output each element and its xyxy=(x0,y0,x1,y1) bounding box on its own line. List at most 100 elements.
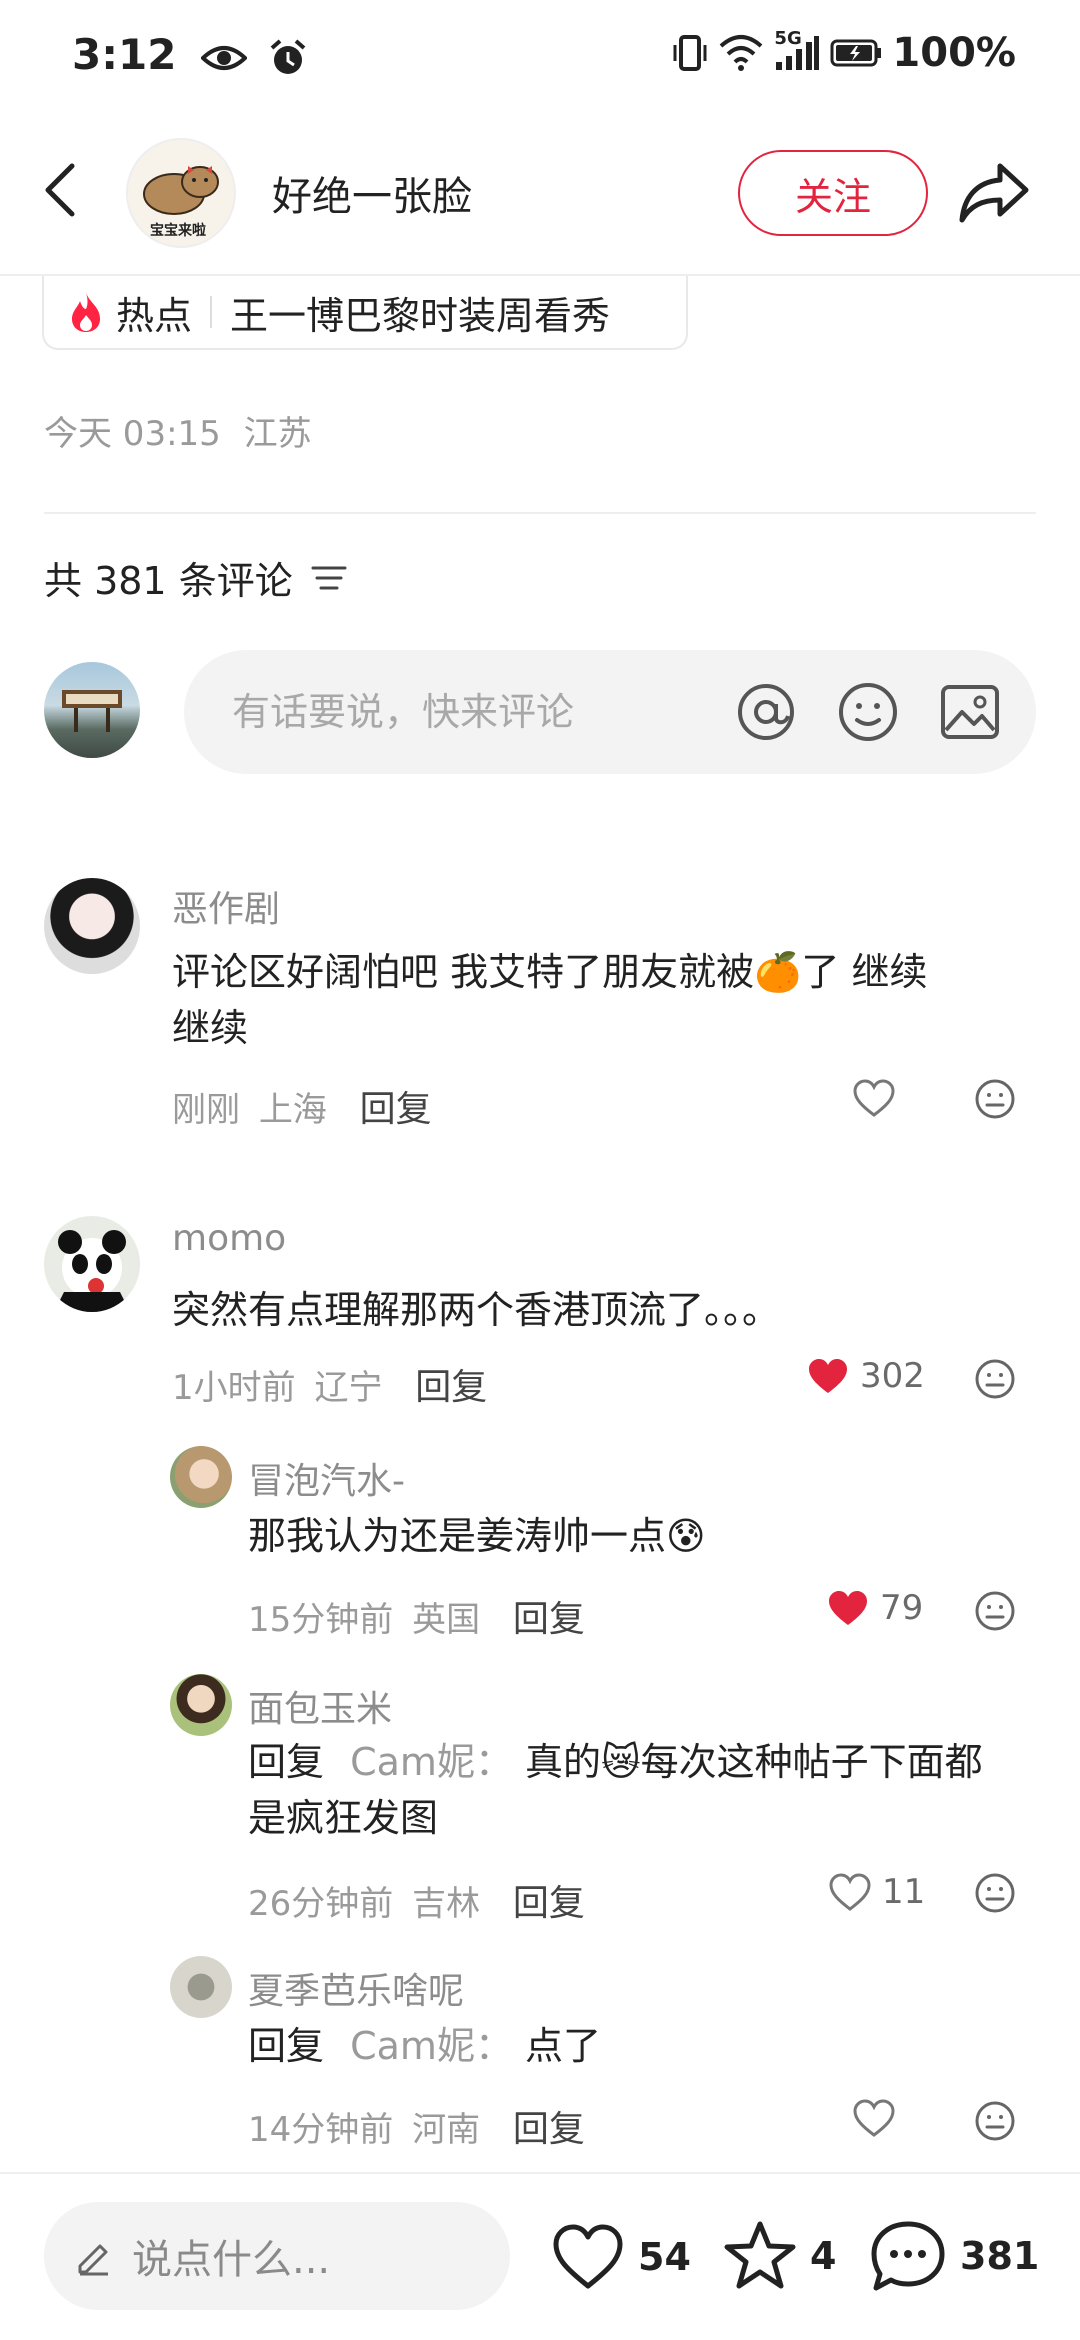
tag-separator xyxy=(210,296,213,328)
reply-text-line: 回复 Cam妮： 真的😿每次这种帖子下面都 xyxy=(248,1734,1038,1790)
like-post-button[interactable]: 54 xyxy=(550,2222,691,2292)
post-meta: 今天 03:15 江苏 xyxy=(44,406,312,455)
reply-location: 河南 xyxy=(412,2110,481,2150)
status-time: 3:12 xyxy=(72,30,308,79)
bottom-divider xyxy=(0,2172,1080,2174)
clock-text: 3:12 xyxy=(72,30,177,79)
comment-location: 辽宁 xyxy=(314,1368,383,1408)
post-date: 今天 03:15 xyxy=(44,414,221,454)
emoji-icon[interactable] xyxy=(836,680,900,744)
reply-prefix: 回复 xyxy=(248,2024,325,2068)
heart-outline-icon xyxy=(853,2099,895,2137)
battery-percent: 100% xyxy=(892,30,1016,76)
comment-post-button[interactable]: 381 xyxy=(868,2218,1039,2294)
reply-button[interactable]: 回复 xyxy=(513,1883,585,1924)
bottom-comment-input[interactable]: 说点什么... xyxy=(44,2202,510,2310)
vibrate-icon xyxy=(672,33,708,73)
reply-time: 14分钟前 xyxy=(248,2110,394,2150)
dislike-button[interactable] xyxy=(974,2100,1016,2142)
star-outline-icon xyxy=(724,2221,796,2289)
section-divider xyxy=(44,512,1036,514)
replier-avatar[interactable] xyxy=(170,1674,232,1736)
status-indicators: 5G 100% xyxy=(672,28,1016,76)
at-icon[interactable] xyxy=(734,680,798,744)
back-button[interactable] xyxy=(38,160,88,220)
replier-name[interactable]: 面包玉米 xyxy=(248,1680,392,1732)
dislike-button[interactable] xyxy=(974,1590,1016,1632)
reply-text-line: 是疯狂发图 xyxy=(248,1796,439,1840)
like-button[interactable] xyxy=(852,2098,906,2138)
my-avatar[interactable] xyxy=(44,662,140,758)
share-button[interactable] xyxy=(956,160,1032,226)
share-icon xyxy=(959,163,1029,223)
reply-to-user[interactable]: Cam妮： xyxy=(350,2024,513,2068)
hot-topic-tag[interactable]: 热点 王一博巴黎时装周看秀 xyxy=(42,276,688,350)
image-icon[interactable] xyxy=(938,680,1002,744)
comment-time: 刚刚 xyxy=(172,1090,240,1130)
fire-icon xyxy=(72,293,100,332)
comment-text: 突然有点理解那两个香港顶流了。。。 xyxy=(172,1288,781,1332)
author-name[interactable]: 好绝一张脸 xyxy=(272,164,472,222)
commenter-avatar[interactable] xyxy=(44,878,140,974)
reply-to-user[interactable]: Cam妮： xyxy=(350,1740,513,1784)
avatar-caption: 宝宝来啦 xyxy=(150,223,206,239)
post-star-count: 4 xyxy=(810,2234,837,2278)
like-button[interactable]: 11 xyxy=(828,1872,925,1912)
follow-button[interactable]: 关注 xyxy=(738,150,928,236)
hot-tag-topic: 王一博巴黎时装周看秀 xyxy=(230,293,611,338)
neutral-face-icon xyxy=(975,1359,1015,1399)
bottom-input-placeholder: 说点什么... xyxy=(132,2237,331,2283)
reply-meta: 15分钟前 英国 回复 xyxy=(248,1590,585,1642)
heart-outline-icon xyxy=(553,2224,623,2289)
commenter-avatar[interactable] xyxy=(44,1216,140,1312)
reply-body: 真的😿每次这种帖子下面都 xyxy=(525,1740,983,1784)
like-count: 302 xyxy=(860,1356,925,1396)
dislike-button[interactable] xyxy=(974,1078,1016,1120)
reply-text: 那我认为还是姜涛帅一点😰 xyxy=(248,1514,706,1558)
comment-count-text: 共 381 条评论 xyxy=(44,559,293,603)
comment-input-box[interactable] xyxy=(184,650,1036,774)
replier-name[interactable]: 冒泡汽水- xyxy=(248,1452,405,1504)
reply-location: 吉林 xyxy=(412,1884,481,1924)
reply-meta: 14分钟前 河南 回复 xyxy=(248,2100,585,2152)
comment-text-line: 继续 xyxy=(172,1006,249,1050)
commenter-name[interactable]: momo xyxy=(172,1218,286,1259)
signal-icon: 5G xyxy=(774,28,820,72)
replier-avatar[interactable] xyxy=(170,1446,232,1508)
reply-button[interactable]: 回复 xyxy=(513,1599,585,1640)
like-button[interactable]: 79 xyxy=(826,1588,923,1628)
alarm-icon xyxy=(268,38,308,78)
heart-outline-icon xyxy=(853,1079,895,1117)
battery-icon xyxy=(830,38,882,68)
collect-post-button[interactable]: 4 xyxy=(722,2220,836,2292)
comment-input[interactable] xyxy=(232,690,692,734)
landscape-avatar-icon xyxy=(62,690,122,732)
reply-prefix: 回复 xyxy=(248,1740,325,1784)
dislike-button[interactable] xyxy=(974,1872,1016,1914)
comment-meta: 刚刚 上海 回复 xyxy=(172,1080,432,1132)
author-avatar[interactable]: 宝宝来啦 xyxy=(126,138,236,248)
replier-name[interactable]: 夏季芭乐啥呢 xyxy=(248,1962,464,2014)
reply-button[interactable]: 回复 xyxy=(415,1367,487,1408)
like-button[interactable] xyxy=(852,1078,906,1118)
chevron-left-icon xyxy=(45,163,75,217)
like-count: 79 xyxy=(880,1588,924,1628)
sort-icon[interactable] xyxy=(311,563,347,593)
reply-button[interactable]: 回复 xyxy=(513,2109,585,2150)
comment-location: 上海 xyxy=(258,1090,327,1130)
comment-text-line: 评论区好阔怕吧 我艾特了朋友就被🍊了 继续 xyxy=(172,950,928,994)
like-count: 11 xyxy=(882,1872,926,1912)
commenter-name[interactable]: 恶作剧 xyxy=(172,880,280,932)
neutral-face-icon xyxy=(975,2101,1015,2141)
reply-body: 点了 xyxy=(525,2024,602,2068)
comment-time: 1小时前 xyxy=(172,1368,296,1408)
reply-button[interactable]: 回复 xyxy=(360,1089,432,1130)
reply-location: 英国 xyxy=(412,1600,481,1640)
replier-avatar[interactable] xyxy=(170,1956,232,2018)
neutral-face-icon xyxy=(975,1079,1015,1119)
like-button[interactable]: 302 xyxy=(806,1356,925,1396)
eye-icon xyxy=(201,43,248,73)
dislike-button[interactable] xyxy=(974,1358,1016,1400)
pencil-icon xyxy=(78,2244,108,2276)
post-location: 江苏 xyxy=(243,414,312,454)
